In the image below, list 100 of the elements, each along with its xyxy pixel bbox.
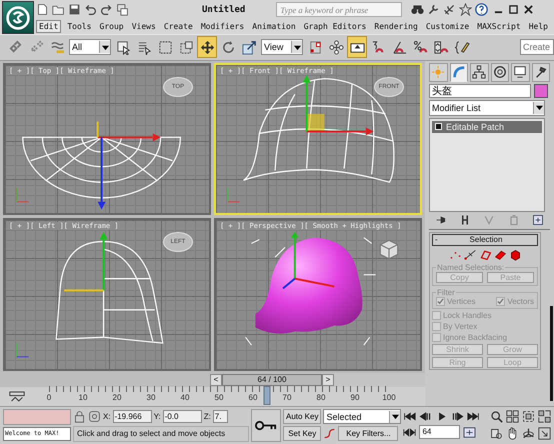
motion-icon	[492, 65, 507, 80]
x-coordinate-field[interactable]: -19.966	[112, 410, 152, 423]
axis-tripod	[227, 187, 240, 202]
binoculars-icon[interactable]	[411, 3, 424, 16]
track-bar[interactable]: 0 10 20 30 40 50 60 70 80 90 100	[40, 386, 398, 406]
check-icon	[437, 298, 444, 305]
modifier-list-dropdown[interactable]: Modifier List	[429, 100, 545, 116]
set-key-mode-button[interactable]: Set Key	[283, 426, 322, 442]
orbit-icon[interactable]	[522, 427, 535, 440]
current-frame-field[interactable]: 64	[419, 425, 460, 440]
save-icon[interactable]	[68, 3, 81, 16]
named-selection-icon	[454, 40, 470, 55]
window-title: Untitled	[202, 4, 246, 14]
satellite-icon[interactable]	[443, 3, 456, 16]
z-coordinate-field[interactable]: 7.	[212, 410, 228, 423]
pin-icon[interactable]	[435, 214, 448, 226]
object-color-swatch[interactable]	[534, 84, 548, 98]
set-key-button[interactable]	[251, 408, 281, 442]
display-icon	[513, 65, 528, 80]
key-filters-button[interactable]: Key Filters...	[338, 426, 398, 442]
frame-tick-label: 100	[382, 393, 396, 402]
selection-set-field[interactable]: Create	[520, 39, 554, 56]
command-tab[interactable]	[532, 62, 550, 82]
window-crossing-icon	[178, 40, 194, 55]
menu-item[interactable]: Modifiers	[198, 21, 246, 32]
command-tab[interactable]	[490, 62, 509, 82]
frame-tick-label: 60	[248, 393, 258, 402]
y-coordinate-field[interactable]: -0.0	[162, 410, 202, 423]
edge-icon[interactable]	[478, 248, 492, 261]
configure-icon[interactable]	[532, 214, 544, 226]
curve-editor-icon[interactable]	[8, 390, 26, 403]
frame-tick-label: 0	[46, 393, 52, 402]
help-icon[interactable]	[475, 3, 488, 16]
time-slider[interactable]: < 64 / 100 >	[210, 374, 334, 386]
go-to-end-icon[interactable]	[467, 411, 480, 422]
wrench-icon[interactable]	[427, 3, 440, 16]
go-to-start-icon[interactable]	[403, 411, 416, 422]
redo-icon[interactable]	[100, 3, 113, 16]
object-name-field[interactable]: 头盔	[429, 84, 531, 98]
tangent-curve-icon[interactable]	[323, 427, 336, 440]
time-configuration-icon[interactable]	[463, 426, 476, 438]
group-label: Filter	[436, 288, 456, 297]
toolbar-button[interactable]	[198, 37, 216, 58]
logo-icon[interactable]	[2, 1, 34, 34]
dropdown-arrow-icon	[294, 44, 300, 51]
maximize-viewport-icon[interactable]	[538, 427, 551, 440]
command-tab[interactable]	[511, 62, 530, 82]
search-field[interactable]: Type a keyword or phrase	[276, 2, 402, 17]
element-icon[interactable]	[508, 248, 522, 261]
menu-item[interactable]: Graph Editors	[302, 21, 368, 32]
frame-tick-label: 90	[350, 393, 360, 402]
zoom-extents-icon[interactable]	[522, 410, 535, 424]
status-prompt: Click and drag to select and move objects	[73, 426, 249, 442]
menu-item[interactable]: Animation	[250, 21, 298, 32]
key-mode-dropdown[interactable]: Selected	[323, 409, 402, 424]
menu-item[interactable]: Create	[162, 21, 195, 32]
command-tab[interactable]	[470, 62, 488, 82]
patch-icon[interactable]	[494, 248, 506, 261]
star-icon[interactable]	[459, 3, 472, 16]
rollout-header[interactable]: - Selection	[432, 234, 538, 246]
new-file-icon[interactable]	[36, 3, 49, 16]
group-label: Named Selections:	[436, 262, 506, 272]
project-folder-icon[interactable]	[116, 3, 129, 16]
zoom-icon[interactable]	[490, 410, 503, 424]
menu-item[interactable]: Tools	[65, 21, 94, 32]
next-frame-button[interactable]: >	[322, 374, 334, 386]
angle-snap-icon	[392, 40, 406, 55]
pan-icon[interactable]	[506, 427, 519, 440]
menu-item[interactable]: Group	[98, 21, 126, 32]
maximize-icon[interactable]	[509, 5, 518, 14]
wave-icon	[50, 40, 64, 55]
undo-icon[interactable]	[84, 3, 97, 16]
toolbar-button[interactable]	[348, 37, 366, 58]
auto-key-button[interactable]: Auto Key	[283, 409, 322, 424]
move-gizmo	[282, 232, 334, 290]
zoom-all-icon[interactable]	[506, 410, 519, 424]
stack-item[interactable]: Editable Patch	[432, 120, 542, 133]
menu-item[interactable]: Rendering	[372, 21, 420, 32]
frame-counter: 64 / 100	[222, 374, 322, 386]
menu-item[interactable]: Views	[130, 21, 158, 32]
close-icon[interactable]	[524, 5, 534, 14]
menu-item[interactable]: MAXScript	[475, 21, 523, 32]
dropdown[interactable]: View	[261, 39, 303, 56]
menu-item[interactable]: Edit	[36, 20, 62, 33]
handle-icon[interactable]	[464, 248, 476, 261]
dropdown[interactable]: All	[69, 39, 111, 56]
move-icon	[200, 40, 214, 55]
select-icon	[116, 40, 130, 55]
next-frame-icon[interactable]	[451, 411, 464, 422]
zoom-extents-all-icon[interactable]	[538, 410, 551, 424]
previous-frame-button[interactable]: <	[210, 374, 222, 386]
menu-item[interactable]: Help	[526, 21, 550, 32]
absolute-mode-icon[interactable]	[88, 410, 101, 423]
checkbox-label: Vertices	[447, 296, 476, 306]
key-mode-toggle-icon[interactable]	[403, 426, 416, 438]
field-of-view-icon[interactable]	[490, 427, 503, 440]
open-folder-icon[interactable]	[52, 3, 65, 16]
menu-item[interactable]: Customize	[424, 21, 472, 32]
previous-frame-icon[interactable]	[419, 411, 432, 422]
lock-icon[interactable]	[73, 410, 86, 423]
